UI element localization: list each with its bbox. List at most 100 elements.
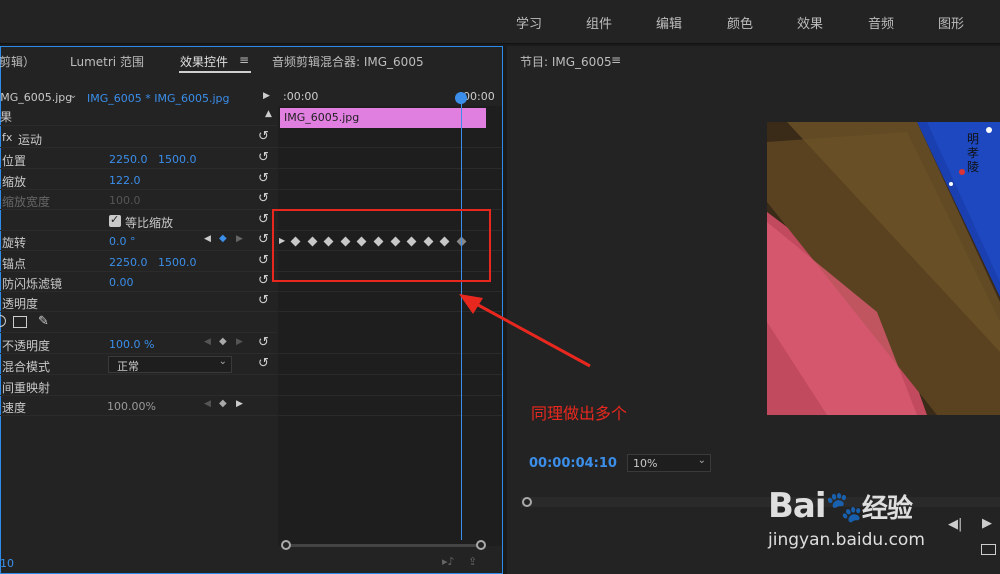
- uniform-scale-checkbox[interactable]: ✓: [109, 213, 121, 227]
- zoom-handle-right[interactable]: [476, 540, 486, 550]
- speed-value[interactable]: 100.00%: [107, 400, 156, 413]
- rectangle-mask-icon[interactable]: [13, 316, 27, 328]
- scale-width-row: 缩放宽度 100.0 ↺: [0, 190, 277, 210]
- scale-row: 缩放 122.0 ↺: [0, 170, 277, 190]
- chevron-down-icon[interactable]: ⌄: [69, 90, 77, 101]
- chevron-down-icon: ⌄: [218, 356, 227, 367]
- prev-keyframe-icon[interactable]: ◀: [204, 399, 211, 409]
- flicker-value[interactable]: 0.00: [109, 276, 134, 289]
- time-remap-label: 间重映射: [2, 381, 51, 395]
- program-timecode[interactable]: 00:00:04:10: [529, 456, 617, 471]
- collapse-up-icon[interactable]: ▲: [265, 109, 272, 119]
- opacity-label: 不透明度: [2, 339, 51, 353]
- workspace-tab-editing[interactable]: 编辑: [656, 13, 682, 32]
- blend-mode-row: 混合模式 正常 ⌄ ↺: [0, 355, 277, 375]
- time-remap-row: 间重映射: [0, 376, 277, 396]
- effects-header-row: 果 ▲: [0, 106, 277, 126]
- workspace-tab-assembly[interactable]: 组件: [586, 13, 612, 32]
- blend-mode-select[interactable]: 正常 ⌄: [108, 356, 232, 373]
- zoom-select[interactable]: 10% ⌄: [627, 454, 711, 472]
- workspace-tab-effects[interactable]: 效果: [797, 13, 823, 32]
- scale-value[interactable]: 122.0: [109, 174, 141, 187]
- program-monitor-title[interactable]: 节目: IMG_6005: [520, 53, 612, 70]
- reset-icon[interactable]: ↺: [258, 335, 269, 350]
- timeline-row: [278, 396, 502, 416]
- clip-bar[interactable]: IMG_6005.jpg: [280, 108, 486, 128]
- blend-mode-label: 混合模式: [2, 360, 51, 374]
- reset-icon[interactable]: ↺: [258, 150, 269, 165]
- add-keyframe-icon[interactable]: ◆: [219, 336, 227, 347]
- active-tab-underline: [179, 71, 251, 73]
- watermark-brand-text: Bai: [768, 486, 827, 526]
- opacity-row: 不透明度 100.0 % ◀ ◆ ▶ ↺: [0, 334, 277, 354]
- rotation-value[interactable]: 0.0 °: [109, 235, 136, 248]
- workspace-tab-color[interactable]: 颜色: [727, 13, 753, 32]
- bottom-timecode: 10: [0, 557, 14, 570]
- reset-icon[interactable]: ↺: [258, 191, 269, 206]
- reset-icon[interactable]: ↺: [258, 356, 269, 371]
- check-icon: ✓: [110, 213, 120, 226]
- annotation-text: 同理做出多个: [531, 404, 628, 423]
- workspace-tab-learn[interactable]: 学习: [516, 13, 542, 32]
- anchor-label: 锚点: [2, 257, 27, 271]
- zoom-handle-left[interactable]: [281, 540, 291, 550]
- safe-margins-icon[interactable]: [981, 544, 996, 555]
- sequence-clip-label[interactable]: IMG_6005 * IMG_6005.jpg: [87, 92, 230, 105]
- next-keyframe-icon[interactable]: ▶: [236, 337, 243, 347]
- opacity-value[interactable]: 100.0 %: [109, 338, 154, 351]
- scrubber-handle[interactable]: [522, 497, 532, 507]
- timeline-zoom-bar[interactable]: [286, 544, 481, 547]
- workspace-tab-graphics[interactable]: 图形: [938, 13, 964, 32]
- timeline-start-time: :00:00: [283, 90, 319, 103]
- prev-keyframe-icon[interactable]: ◀: [204, 337, 211, 347]
- add-keyframe-icon[interactable]: ◆: [219, 398, 227, 409]
- mask-tools-row: ✎: [0, 313, 277, 333]
- audio-filter-icon[interactable]: ▸♪: [442, 555, 455, 568]
- chevron-down-icon: ⌄: [697, 455, 706, 466]
- ellipse-mask-icon[interactable]: [0, 315, 6, 327]
- motion-label: 运动: [18, 133, 43, 147]
- program-preview-image: 明孝陵: [767, 122, 1000, 415]
- scale-width-value: 100.0: [109, 194, 141, 207]
- reset-icon[interactable]: ↺: [258, 171, 269, 186]
- next-keyframe-icon[interactable]: ▶: [236, 234, 243, 244]
- reset-icon[interactable]: ↺: [258, 253, 269, 268]
- play-icon[interactable]: ▶: [263, 91, 270, 101]
- reset-icon[interactable]: ↺: [258, 273, 269, 288]
- motion-fx-icon[interactable]: fx: [2, 131, 12, 144]
- zoom-value: 10%: [633, 457, 658, 470]
- panel-menu-icon[interactable]: ≡: [611, 53, 621, 67]
- panel-menu-icon[interactable]: ≡: [239, 53, 249, 67]
- workspace-tab-audio[interactable]: 音频: [868, 13, 894, 32]
- add-keyframe-icon[interactable]: ◆: [219, 233, 227, 244]
- blend-mode-value: 正常: [117, 360, 139, 373]
- tab-effect-controls[interactable]: 效果控件: [180, 53, 228, 70]
- watermark-url: jingyan.baidu.com: [768, 530, 925, 550]
- motion-row: fx 运动 ↺: [0, 128, 277, 148]
- export-icon[interactable]: ⇪: [468, 555, 477, 568]
- tab-lumetri-scopes[interactable]: Lumetri 范围: [70, 53, 144, 70]
- pen-mask-icon[interactable]: ✎: [38, 314, 49, 329]
- tab-source[interactable]: 剪辑）: [0, 53, 35, 70]
- playhead-handle[interactable]: [455, 92, 467, 104]
- tab-audio-clip-mixer[interactable]: 音频剪辑混合器: IMG_6005: [272, 53, 424, 70]
- reset-icon[interactable]: ↺: [258, 232, 269, 247]
- play-button-icon[interactable]: ▶: [982, 516, 992, 531]
- program-scrubber[interactable]: [521, 497, 1000, 507]
- scale-width-label: 缩放宽度: [2, 195, 51, 209]
- temple-photo: [767, 122, 1000, 415]
- reset-icon[interactable]: ↺: [258, 212, 269, 227]
- anchor-x-value[interactable]: 2250.0: [109, 256, 148, 269]
- timeline-row: [278, 128, 502, 148]
- reset-icon[interactable]: ↺: [258, 293, 269, 308]
- watermark-brand: Bai🐾经验: [768, 486, 913, 526]
- step-back-icon[interactable]: ◀|: [948, 517, 962, 532]
- source-clip-label[interactable]: IMG_6005.jpg: [0, 91, 72, 104]
- reset-icon[interactable]: ↺: [258, 129, 269, 144]
- position-y-value[interactable]: 1500.0: [158, 153, 197, 166]
- prev-keyframe-icon[interactable]: ◀: [204, 234, 211, 244]
- position-x-value[interactable]: 2250.0: [109, 153, 148, 166]
- anchor-y-value[interactable]: 1500.0: [158, 256, 197, 269]
- flicker-row: 防闪烁滤镜 0.00 ↺: [0, 272, 277, 292]
- next-keyframe-icon[interactable]: ▶: [236, 399, 243, 409]
